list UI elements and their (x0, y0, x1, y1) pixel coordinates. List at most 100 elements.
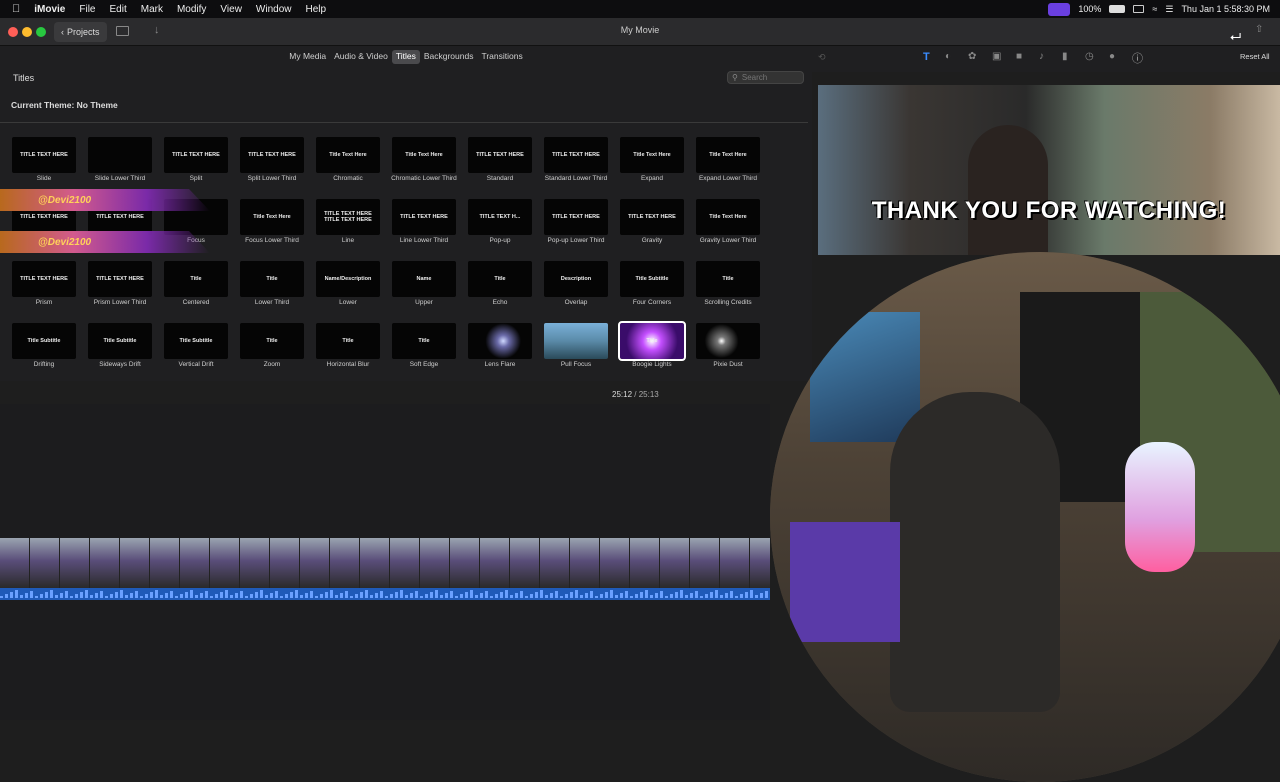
title-thumbnail[interactable]: Title Subtitle (12, 323, 76, 359)
search-field[interactable]: ⚲ (727, 71, 804, 84)
info-icon[interactable]: ⓘ (1132, 50, 1143, 66)
title-tile[interactable]: Description Overlap (543, 261, 609, 311)
display-icon[interactable] (1133, 5, 1145, 13)
title-thumbnail[interactable]: TITLE TEXT HERE (12, 137, 76, 173)
title-tile[interactable]: Name Upper (391, 261, 457, 311)
title-tile[interactable]: Title Zoom (239, 323, 305, 373)
stabilization-icon[interactable]: ■ (1016, 51, 1022, 62)
filter-icon[interactable]: ● (1109, 51, 1115, 62)
title-thumbnail[interactable]: Title Subtitle (164, 323, 228, 359)
menu-mark[interactable]: Mark (134, 4, 170, 15)
title-thumbnail[interactable]: Name (392, 261, 456, 297)
tab-backgrounds[interactable]: Backgrounds (420, 50, 478, 64)
tab-audio-video[interactable]: Audio & Video (330, 50, 392, 64)
title-tile[interactable]: TITLE TEXT HERE Split Lower Third (239, 137, 305, 187)
title-tile[interactable]: TITLE TEXT HERE Line Lower Third (391, 199, 457, 249)
title-thumbnail[interactable]: TITLE TEXT HERE (88, 261, 152, 297)
title-tile[interactable]: Title Lower Third (239, 261, 305, 311)
volume-icon[interactable]: ♪ (1039, 51, 1044, 62)
minimize-window-button[interactable] (22, 27, 32, 37)
zoom-window-button[interactable] (36, 27, 46, 37)
video-clip[interactable] (0, 538, 770, 588)
title-tile[interactable]: TITLE TEXT HERE TITLE TEXT HERE Line (315, 199, 381, 249)
projects-button[interactable]: ‹ Projects (54, 22, 107, 42)
title-thumbnail[interactable]: Title (316, 323, 380, 359)
title-thumbnail[interactable]: Title Text Here (316, 137, 380, 173)
title-thumbnail[interactable]: TITLE TEXT HERE (544, 199, 608, 235)
title-thumbnail[interactable]: Title (392, 323, 456, 359)
title-thumbnail[interactable] (88, 137, 152, 173)
title-thumbnail[interactable]: Title (618, 321, 686, 361)
title-tile[interactable]: Title Text Here Expand (619, 137, 685, 187)
title-thumbnail[interactable]: Title Text Here (392, 137, 456, 173)
tab-titles[interactable]: Titles (391, 50, 420, 64)
title-tile[interactable]: Title Soft Edge (391, 323, 457, 373)
title-tile[interactable]: TITLE TEXT HERE Slide (11, 137, 77, 187)
title-thumbnail[interactable]: Title (240, 261, 304, 297)
screen-record-icon[interactable] (1048, 2, 1071, 16)
title-thumbnail[interactable]: Name/Description (316, 261, 380, 297)
title-thumbnail[interactable]: TITLE TEXT HERE (392, 199, 456, 235)
menu-app-name[interactable]: iMovie (27, 4, 72, 15)
title-thumbnail[interactable]: Description (544, 261, 608, 297)
title-tile[interactable]: Title Centered (163, 261, 229, 311)
title-thumbnail[interactable]: Title Text Here (620, 137, 684, 173)
title-thumbnail[interactable]: TITLE TEXT HERE (544, 137, 608, 173)
crop-icon[interactable]: ▣ (992, 51, 1001, 62)
tab-my-media[interactable]: My Media (285, 50, 330, 64)
title-tile[interactable]: Title Horizontal Blur (315, 323, 381, 373)
title-thumbnail[interactable] (544, 323, 608, 359)
title-tile[interactable]: Title Subtitle Four Corners (619, 261, 685, 311)
title-thumbnail[interactable] (468, 323, 532, 359)
title-tile[interactable]: Name/Description Lower (315, 261, 381, 311)
menu-file[interactable]: File (72, 4, 102, 15)
title-text-icon[interactable]: T (923, 51, 930, 63)
apple-menu-icon[interactable]:  (0, 3, 27, 15)
title-tile[interactable]: Title Echo (467, 261, 533, 311)
clock[interactable]: Thu Jan 1 5:58:30 PM (1181, 4, 1270, 14)
menu-window[interactable]: Window (249, 4, 299, 15)
crop-tool-icon[interactable]: ⟲ (818, 52, 826, 63)
battery-icon[interactable] (1109, 5, 1126, 13)
title-tile[interactable]: TITLE TEXT HERE Prism (11, 261, 77, 311)
title-thumbnail[interactable]: TITLE TEXT HERE (620, 199, 684, 235)
title-thumbnail[interactable]: Title Text Here (696, 137, 760, 173)
title-thumbnail[interactable]: TITLE TEXT HERE (12, 261, 76, 297)
title-tile[interactable]: TITLE TEXT HERE Standard (467, 137, 533, 187)
title-tile[interactable]: Lens Flare (467, 323, 533, 373)
color-balance-icon[interactable]: ◐ (945, 51, 951, 62)
title-tile[interactable]: TITLE TEXT HERE Pop-up Lower Third (543, 199, 609, 249)
title-tile[interactable]: Title Scrolling Credits (695, 261, 761, 311)
control-center-icon[interactable]: ☰ (1165, 4, 1173, 15)
title-thumbnail[interactable]: Title Text Here (696, 199, 760, 235)
title-thumbnail[interactable]: Title Subtitle (620, 261, 684, 297)
title-tile[interactable]: TITLE TEXT HERE Prism Lower Third (87, 261, 153, 311)
title-tile[interactable]: Title Text Here Chromatic Lower Third (391, 137, 457, 187)
title-tile[interactable]: TITLE TEXT H... Pop-up (467, 199, 533, 249)
title-tile[interactable]: Title Boogie Lights (618, 321, 686, 373)
title-tile[interactable]: TITLE TEXT HERE Standard Lower Third (543, 137, 609, 187)
menu-modify[interactable]: Modify (170, 4, 213, 15)
tab-transitions[interactable]: Transitions (477, 50, 526, 64)
speed-icon[interactable]: ◷ (1085, 51, 1094, 62)
title-thumbnail[interactable]: TITLE TEXT HERE (240, 137, 304, 173)
reset-all-button[interactable]: Reset All (1240, 52, 1270, 61)
close-window-button[interactable] (8, 27, 18, 37)
title-thumbnail[interactable]: Title (164, 261, 228, 297)
menu-help[interactable]: Help (299, 4, 334, 15)
title-thumbnail[interactable]: TITLE TEXT H... (468, 199, 532, 235)
title-tile[interactable]: Slide Lower Third (87, 137, 153, 187)
title-thumbnail[interactable]: Title Subtitle (88, 323, 152, 359)
title-tile[interactable]: Title Subtitle Sideways Drift (87, 323, 153, 373)
equalizer-icon[interactable]: ▮ (1062, 51, 1068, 62)
color-correction-icon[interactable]: ✿ (968, 51, 976, 62)
media-library-icon[interactable] (116, 26, 129, 36)
title-tile[interactable]: Pull Focus (543, 323, 609, 373)
wifi-icon[interactable]: ≈ (1152, 4, 1157, 14)
title-tile[interactable]: Title Text Here Chromatic (315, 137, 381, 187)
title-thumbnail[interactable]: Title Text Here (240, 199, 304, 235)
title-tile[interactable]: Title Text Here Focus Lower Third (239, 199, 305, 249)
title-thumbnail[interactable] (696, 323, 760, 359)
title-thumbnail[interactable]: TITLE TEXT HERE (164, 137, 228, 173)
title-tile[interactable]: Title Subtitle Vertical Drift (163, 323, 229, 373)
